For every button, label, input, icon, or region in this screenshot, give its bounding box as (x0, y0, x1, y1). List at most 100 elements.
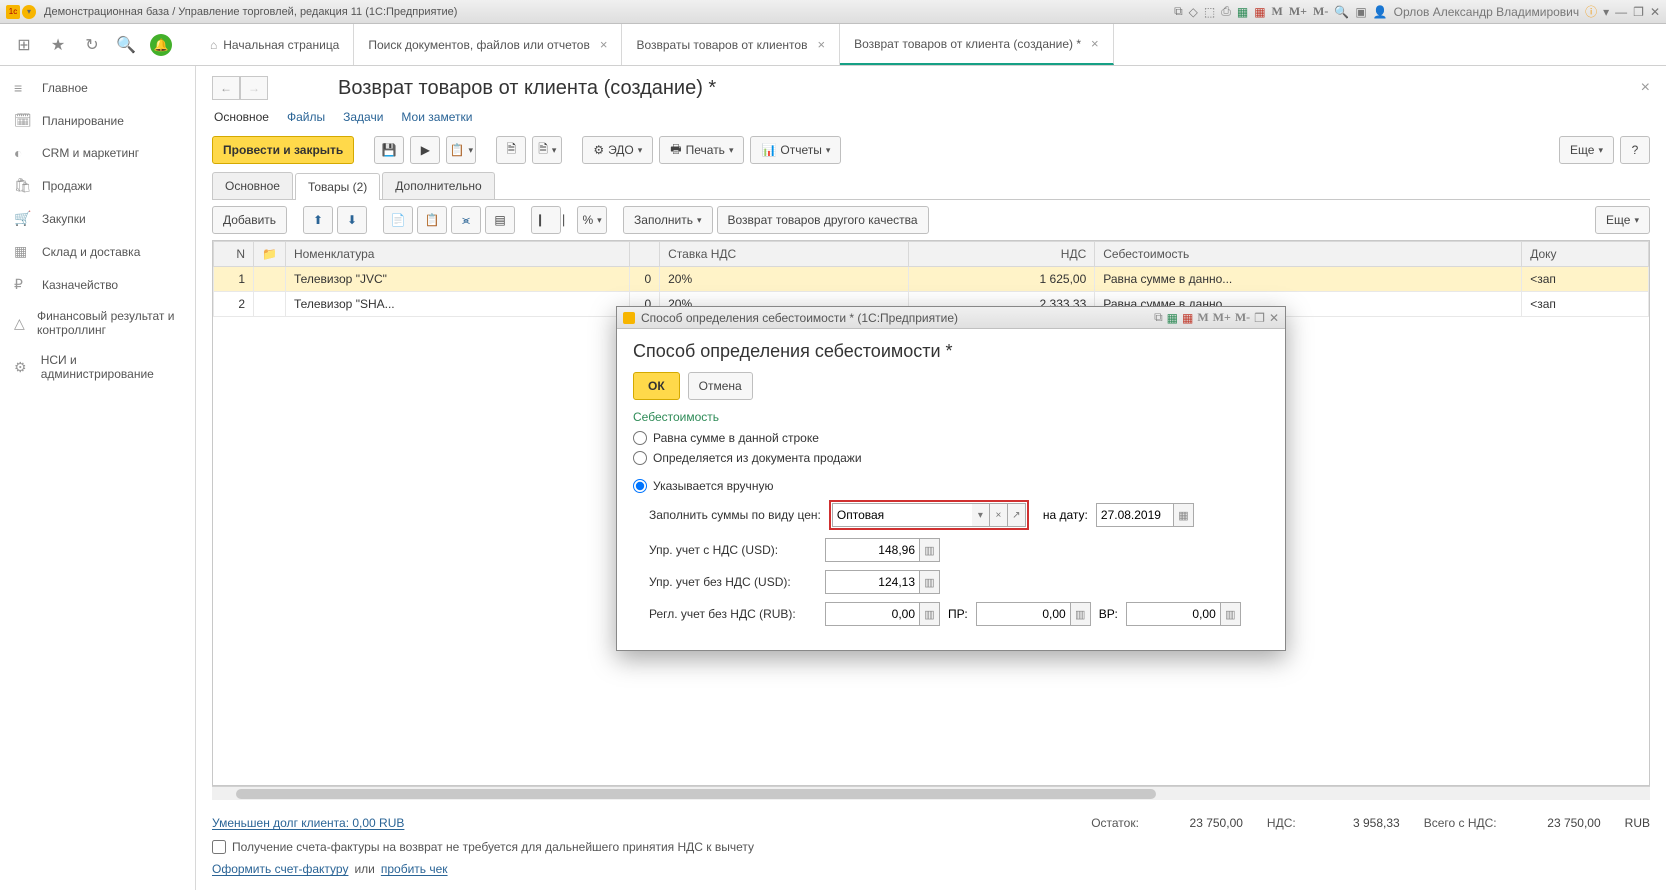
col-doc[interactable]: Доку (1522, 242, 1649, 267)
copy-button[interactable]: 📄 (383, 206, 413, 234)
titlebar-m[interactable]: M (1272, 4, 1283, 19)
apps-icon[interactable]: ⊞ (14, 35, 34, 55)
combo-open-icon[interactable]: ↗ (1008, 503, 1026, 527)
mgmt-vat-input[interactable] (825, 538, 920, 562)
search-icon[interactable]: 🔍 (116, 35, 136, 55)
col-nomen[interactable]: Номенклатура (285, 242, 629, 267)
titlebar-icon-2[interactable]: ◇ (1189, 5, 1198, 19)
titlebar-calendar2-icon[interactable]: ▦ (1254, 5, 1265, 19)
calc-icon[interactable]: ▥ (1221, 602, 1241, 626)
window-maximize[interactable]: ❐ (1633, 5, 1644, 19)
modal-maximize-icon[interactable]: ❐ (1254, 311, 1265, 325)
sidebar-item-warehouse[interactable]: ▦Склад и доставка (0, 235, 195, 268)
modal-calendar-icon[interactable]: ▦ (1167, 311, 1178, 325)
doc-dd-button[interactable]: 🗎▾ (532, 136, 562, 164)
reports-button[interactable]: 📊 Отчеты ▾ (750, 136, 841, 164)
percent-button[interactable]: %▾ (577, 206, 607, 234)
share-button[interactable]: ⪤ (451, 206, 481, 234)
sidebar-item-purchase[interactable]: 🛒Закупки (0, 202, 195, 235)
radio-manual-row[interactable]: Указывается вручную (633, 476, 1269, 496)
nav-forward-button[interactable]: → (240, 76, 268, 100)
tab-return-create[interactable]: Возврат товаров от клиента (создание) * … (840, 24, 1114, 65)
col-cost[interactable]: Себестоимость (1095, 242, 1522, 267)
create-based-button[interactable]: 📋▾ (446, 136, 476, 164)
col-n[interactable]: N (214, 242, 254, 267)
titlebar-m-plus[interactable]: M+ (1289, 4, 1307, 19)
radio-equal-row[interactable]: Равна сумме в данной строке (633, 428, 1269, 448)
help-button[interactable]: ? (1620, 136, 1650, 164)
add-row-button[interactable]: Добавить (212, 206, 287, 234)
modal-calendar2-icon[interactable]: ▦ (1182, 311, 1193, 325)
tab-close-icon[interactable]: × (817, 37, 825, 52)
col-icon[interactable]: 📁 (254, 242, 286, 267)
app-menu-dropdown[interactable]: ▾ (22, 5, 36, 19)
cancel-button[interactable]: Отмена (688, 372, 753, 400)
fill-button[interactable]: Заполнить ▾ (623, 206, 712, 234)
doc-tab-goods[interactable]: Товары (2) (295, 173, 380, 200)
titlebar-icon-1[interactable]: ⧉ (1174, 4, 1183, 19)
reg-novat-input[interactable] (825, 602, 920, 626)
titlebar-m-minus[interactable]: M- (1313, 4, 1328, 19)
date-input[interactable] (1096, 503, 1174, 527)
print-button[interactable]: 🖶 Печать ▾ (659, 136, 744, 164)
sidebar-item-main[interactable]: ≡Главное (0, 72, 195, 104)
nav-back-button[interactable]: ← (212, 76, 240, 100)
modal-close-icon[interactable]: ✕ (1269, 311, 1279, 325)
subtab-tasks[interactable]: Задачи (343, 110, 383, 124)
create-invoice-link[interactable]: Оформить счет-фактуру (212, 862, 348, 876)
titlebar-icon-3[interactable]: ⬚ (1204, 5, 1215, 19)
post-close-button[interactable]: Провести и закрыть (212, 136, 354, 164)
calc-icon[interactable]: ▥ (920, 570, 940, 594)
more-button[interactable]: Еще ▾ (1559, 136, 1614, 164)
radio-from-doc[interactable] (633, 451, 647, 465)
radio-equal[interactable] (633, 431, 647, 445)
modal-m-plus[interactable]: M+ (1213, 310, 1231, 325)
doc-tab-extra[interactable]: Дополнительно (382, 172, 494, 199)
post-button[interactable]: ▶ (410, 136, 440, 164)
save-button[interactable]: 💾 (374, 136, 404, 164)
titlebar-calendar-icon[interactable]: ▦ (1237, 5, 1248, 19)
calc-icon[interactable]: ▥ (1071, 602, 1091, 626)
barcode-button[interactable]: ⎹⎸⎹ (531, 206, 561, 234)
tab-returns-list[interactable]: Возвраты товаров от клиентов × (622, 24, 840, 65)
goods-more-button[interactable]: Еще ▾ (1595, 206, 1650, 234)
modal-icon-1[interactable]: ⧉ (1154, 310, 1163, 325)
pr-input[interactable] (976, 602, 1071, 626)
col-vat-rate[interactable]: Ставка НДС (660, 242, 909, 267)
move-up-button[interactable]: ⬆ (303, 206, 333, 234)
bell-icon[interactable]: 🔔 (150, 34, 172, 56)
price-type-input[interactable] (832, 503, 972, 527)
modal-m[interactable]: M (1197, 310, 1208, 325)
modal-m-minus[interactable]: M- (1235, 310, 1250, 325)
combo-clear-icon[interactable]: × (990, 503, 1008, 527)
sidebar-item-planning[interactable]: 🗓Планирование (0, 104, 195, 137)
sidebar-item-sales[interactable]: 🛍Продажи (0, 169, 195, 202)
subtab-notes[interactable]: Мои заметки (401, 110, 472, 124)
subtab-main[interactable]: Основное (214, 110, 269, 124)
user-name[interactable]: Орлов Александр Владимирович (1394, 5, 1580, 19)
date-picker-icon[interactable]: ▦ (1174, 503, 1194, 527)
sidebar-item-admin[interactable]: ⚙НСИ и администрирование (0, 345, 195, 389)
titlebar-grid-icon[interactable]: ▣ (1355, 5, 1366, 19)
radio-manual[interactable] (633, 479, 647, 493)
punch-check-link[interactable]: пробить чек (381, 862, 448, 876)
paste-button[interactable]: 📋 (417, 206, 447, 234)
tab-home[interactable]: ⌂ Начальная страница (196, 24, 354, 65)
ok-button[interactable]: ОК (633, 372, 680, 400)
tab-close-icon[interactable]: × (1091, 36, 1099, 51)
other-quality-button[interactable]: Возврат товаров другого качества (717, 206, 929, 234)
titlebar-icon-print[interactable]: ⎙ (1221, 4, 1231, 19)
move-down-button[interactable]: ⬇ (337, 206, 367, 234)
debt-link[interactable]: Уменьшен долг клиента: 0,00 RUB (212, 816, 404, 830)
tab-close-icon[interactable]: × (600, 37, 608, 52)
list-button[interactable]: ▤ (485, 206, 515, 234)
mgmt-novat-input[interactable] (825, 570, 920, 594)
sidebar-item-finance[interactable]: △Финансовый результат и контроллинг (0, 301, 195, 345)
doc-icon-button[interactable]: 🗎 (496, 136, 526, 164)
doc-tab-main[interactable]: Основное (212, 172, 293, 199)
col-vat[interactable]: НДС (908, 242, 1094, 267)
radio-from-doc-row[interactable]: Определяется из документа продажи (633, 448, 1269, 468)
edo-button[interactable]: ⚙ ЭДО ▾ (582, 136, 653, 164)
vr-input[interactable] (1126, 602, 1221, 626)
invoice-not-required-checkbox[interactable] (212, 840, 226, 854)
